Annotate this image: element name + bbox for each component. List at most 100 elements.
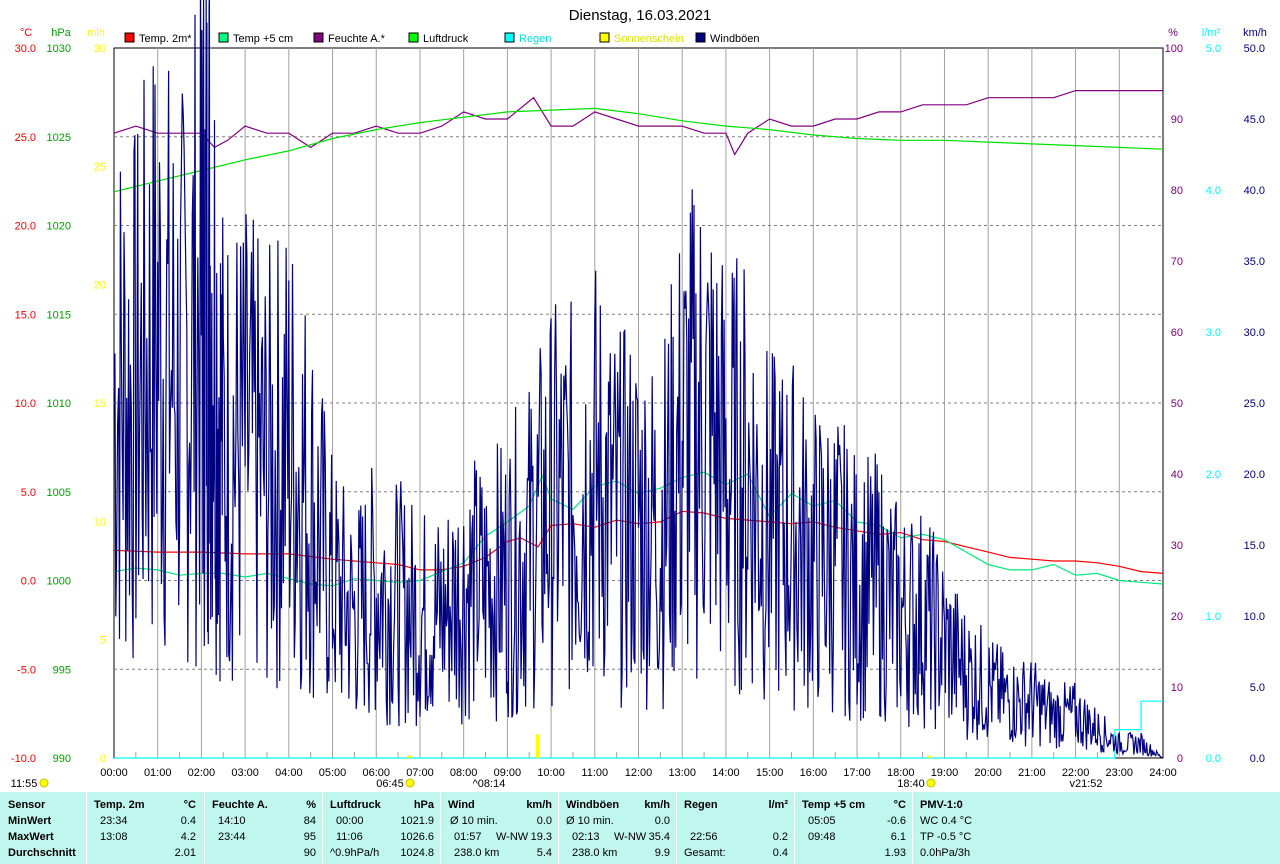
wind-distance: 238.0 km [454,847,500,859]
wind-tick-label: 45.0 [1244,114,1265,126]
rain-max-time: 22:56 [690,831,718,843]
sunshine-tick-label: 25 [94,161,106,173]
sunset-icon [926,778,936,788]
temp-tick-label: -5.0 [17,664,36,676]
x-tick-label: 16:00 [800,767,828,779]
humidity-tick-label: 90 [1171,114,1183,126]
press-trend: ^0.9hPa/h [330,847,380,859]
marker-label: v21:52 [1069,778,1102,790]
rain-unit-label: l/m² [1202,27,1221,39]
wind-min-value: 0.0 [536,815,552,827]
hum-min-time: 14:10 [218,815,246,827]
press-min-time: 00:00 [336,815,364,827]
temp-tick-label: 10.0 [15,398,36,410]
humidity-tick-label: 70 [1171,256,1183,268]
sunshine-tick-label: 10 [94,516,106,528]
wind-tick-label: 10.0 [1244,611,1265,623]
rain-tick-label: 4.0 [1206,185,1221,197]
humidity-tick-label: 10 [1171,682,1183,694]
temp-unit: °C [183,799,196,811]
stats-col-t5: Temp +5 cm °C 05:05 -0.6 09:48 6.1 1.93 [794,792,913,864]
pressure-unit-label: hPa [51,27,71,39]
temp-min-time: 23:34 [100,815,128,827]
temp-tick-label: 15.0 [15,309,36,321]
x-tick-label: 02:00 [188,767,216,779]
temp-max-time: 13:08 [100,831,128,843]
legend-swatch [313,32,324,43]
humidity-tick-label: 30 [1171,540,1183,552]
sunshine-bar [535,734,540,758]
legend-label: Luftdruck [423,33,469,45]
rain-total-value: 0.4 [772,847,788,859]
x-tick-label: 19:00 [931,767,959,779]
wind-tick-label: 50.0 [1244,43,1265,55]
rain-max-value: 0.2 [772,831,788,843]
humidity-tick-label: 20 [1171,611,1183,623]
wind-tick-label: 5.0 [1250,682,1265,694]
pressure-tick-label: 1000 [47,576,71,588]
gust-min-value: 0.0 [654,815,670,827]
pmv-dewpoint: TP -0.5 °C [920,831,972,843]
x-tick-label: 11:00 [581,767,608,779]
legend-swatch [599,32,610,43]
rain-header: Regen [684,799,718,811]
wind-tick-label: 15.0 [1244,540,1265,552]
hum-max-time: 23:44 [218,831,246,843]
x-tick-label: 03:00 [231,767,259,779]
pressure-tick-label: 1025 [47,132,71,144]
x-tick-label: 07:00 [406,767,434,779]
legend-swatch [695,32,706,43]
wind-tick-label: 30.0 [1244,327,1265,339]
pmv-header: PMV-1:0 [920,799,963,811]
wind-max-time: 01:57 [454,831,482,843]
wind-tick-label: 0.0 [1250,753,1265,765]
temp-tick-label: 20.0 [15,221,36,233]
stats-col-pressure: Luftdruck hPa 00:00 1021.9 11:06 1026.6 … [322,792,441,864]
legend-swatch [124,32,135,43]
press-unit: hPa [413,799,434,811]
sunshine-tick-label: 5 [100,635,106,647]
pressure-tick-label: 1005 [47,487,71,499]
stats-col-temp: Temp. 2m °C 23:34 0.4 13:08 4.2 2.01 [86,792,205,864]
wind-tick-label: 40.0 [1244,185,1265,197]
wind-tick-label: 35.0 [1244,256,1265,268]
rain-tick-label: 3.0 [1206,327,1221,339]
x-tick-label: 05:00 [319,767,347,779]
t5-min-time: 05:05 [808,815,836,827]
humidity-tick-label: 0 [1177,753,1183,765]
x-tick-label: 13:00 [668,767,696,779]
press-avg-value: 1024.8 [400,847,434,859]
stats-label-avg: Durchschnitt [8,847,76,859]
temp-tick-label: 25.0 [15,132,36,144]
sunshine-bar [927,755,932,758]
wind-avg-value: 5.4 [536,847,552,859]
stats-label-max: MaxWert [8,831,54,843]
wind-max-value: 19.3 [530,831,552,843]
stats-col-wind: Wind km/h Ø 10 min. 0.0 01:57 W-NW 19.3 … [440,792,559,864]
sunshine-unit-label: min [87,27,105,39]
humidity-tick-label: 50 [1171,398,1183,410]
legend-label: Regen [519,33,551,45]
marker-label: ^08:14 [473,778,506,790]
statistics-table: Sensor MinWert MaxWert Durchschnitt Temp… [0,792,1280,864]
gust-header: Windböen [566,799,620,811]
humidity-unit-label: % [1168,27,1178,39]
temp-avg-value: 2.01 [174,847,196,859]
sunshine-tick-label: 15 [94,398,106,410]
press-max-time: 11:06 [336,831,363,843]
wind-unit: km/h [526,799,552,811]
legend-label: Temp. 2m* [139,33,192,45]
temp-tick-label: 5.0 [21,487,36,499]
weather-chart: Dienstag, 16.03.2021 Temp. 2m* Temp +5 cm… [0,0,1280,792]
temp-tick-label: 30.0 [15,43,36,55]
press-max-value: 1026.6 [400,831,434,843]
sunshine-tick-label: 20 [94,280,106,292]
temp-tick-label: 0.0 [21,576,36,588]
legend-swatch [504,32,515,43]
gust-distance: 238.0 km [572,847,618,859]
sunshine-tick-label: 0 [100,753,106,765]
temp-header: Temp. 2m [94,799,145,811]
gust-avg-value: 9.9 [654,847,670,859]
moon-icon [39,778,49,788]
x-tick-label: 12:00 [625,767,653,779]
